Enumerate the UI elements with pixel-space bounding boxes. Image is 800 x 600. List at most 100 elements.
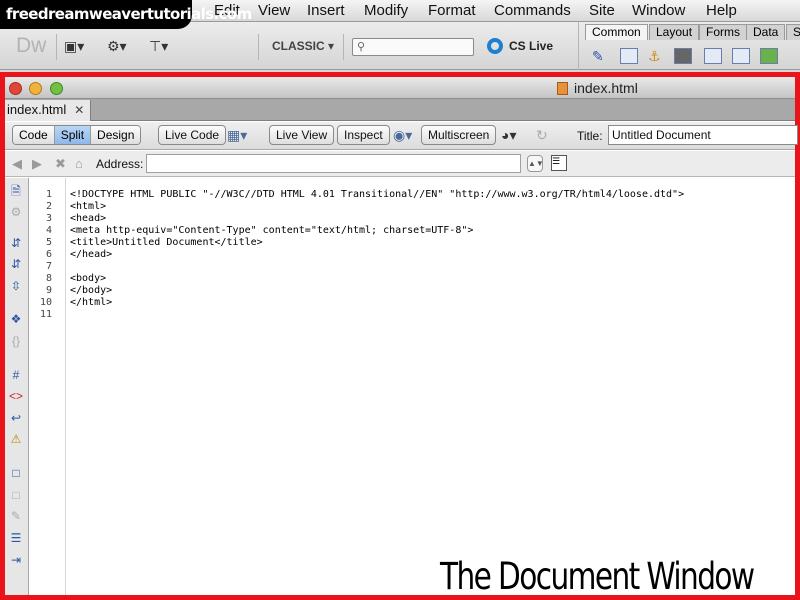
live-code-button[interactable]: Live Code xyxy=(158,125,227,145)
inspect-button[interactable]: Inspect xyxy=(337,125,390,145)
view-switcher: Code Split Design xyxy=(12,125,142,145)
live-view-button[interactable]: Live View xyxy=(269,125,335,145)
cs-live-button[interactable]: CS Live xyxy=(487,38,553,54)
horizontal-rule-icon[interactable] xyxy=(674,48,692,64)
code-line: <meta http-equiv="Content-Type" content=… xyxy=(70,225,474,236)
address-input[interactable] xyxy=(146,154,521,173)
multiscreen-button[interactable]: Multiscreen xyxy=(421,125,497,145)
collapse-selection-icon[interactable]: ⇵ xyxy=(8,257,24,271)
cs-live-icon xyxy=(487,38,503,54)
wrap-tag-icon[interactable]: ✎ xyxy=(8,509,24,523)
html-file-icon xyxy=(557,82,568,95)
tab-layout[interactable]: Layout xyxy=(649,24,700,40)
line-number: 4 xyxy=(45,225,52,236)
code-line: <!DOCTYPE HTML PUBLIC "-//W3C//DTD HTML … xyxy=(70,189,685,200)
document-tab-bar: index.html ✕ xyxy=(5,99,795,121)
coding-toolbar: 🗎 ⚙ ⇵ ⇵ ⇳ ❖ {} # <> ↩ ⚠ □ □ ✎ ☰ ⇥ xyxy=(5,178,29,595)
menu-help[interactable]: Help xyxy=(706,2,737,19)
zoom-window-button[interactable] xyxy=(50,82,63,95)
select-parent-tag-icon[interactable]: ❖ xyxy=(8,312,24,326)
screen: Edit View Insert Modify Format Commands … xyxy=(0,0,800,600)
line-number-gutter: 1 2 3 4 5 6 7 8 9 10 11 xyxy=(30,178,66,595)
menu-insert[interactable]: Insert xyxy=(307,2,345,19)
open-documents-icon[interactable]: 🗎 xyxy=(8,184,24,198)
application-bar: Dw ▣▾ ⚙▾ ⊤▾ CLASSIC ▾ ⚲ CS Live Common L… xyxy=(0,22,800,70)
expand-all-icon[interactable]: ⇳ xyxy=(8,279,24,293)
site-map-icon[interactable]: ⊤▾ xyxy=(149,38,168,55)
line-number: 1 xyxy=(45,189,52,200)
document-tab-label: index.html xyxy=(7,102,67,117)
design-view-button[interactable]: Design xyxy=(91,126,141,144)
line-number: 8 xyxy=(45,273,52,284)
document-title-input[interactable]: Untitled Document xyxy=(608,125,798,145)
document-toolbar: Code Split Design Live Code ▦▾ Live View… xyxy=(5,122,798,150)
line-number: 2 xyxy=(45,201,52,212)
minimize-window-button[interactable] xyxy=(29,82,42,95)
tab-data[interactable]: Data xyxy=(746,24,786,40)
line-number: 6 xyxy=(45,249,52,260)
apply-comment-icon[interactable]: □ xyxy=(8,466,24,480)
forward-arrow-icon[interactable]: ▶ xyxy=(32,156,42,172)
insert-div-icon[interactable] xyxy=(732,48,750,64)
tab-spry[interactable]: S xyxy=(786,24,800,40)
visual-aids-icon[interactable]: ◕▾ xyxy=(501,127,516,144)
browser-navigation-options-icon[interactable]: ☰ xyxy=(551,155,567,171)
title-label: Title: xyxy=(577,129,603,143)
code-view-button[interactable]: Code xyxy=(13,126,55,144)
line-number: 10 xyxy=(39,297,52,308)
email-link-icon[interactable] xyxy=(620,48,638,64)
divider xyxy=(343,34,344,60)
word-wrap-icon[interactable]: ↩ xyxy=(8,411,24,425)
line-number: 11 xyxy=(39,309,52,320)
line-number: 3 xyxy=(45,213,52,224)
refresh-icon[interactable]: ↻ xyxy=(536,127,548,144)
line-number: 7 xyxy=(45,261,52,272)
menu-format[interactable]: Format xyxy=(428,2,476,19)
back-arrow-icon[interactable]: ◀ xyxy=(12,156,22,172)
collapse-full-tag-icon[interactable]: ⇵ xyxy=(8,236,24,250)
line-number: 5 xyxy=(45,237,52,248)
line-numbers-icon[interactable]: # xyxy=(8,368,24,382)
split-view-button[interactable]: Split xyxy=(54,126,92,144)
syntax-error-alerts-icon[interactable]: ⚠ xyxy=(8,432,24,446)
menu-modify[interactable]: Modify xyxy=(364,2,408,19)
balance-braces-icon[interactable]: {} xyxy=(8,334,24,348)
show-code-navigator-icon[interactable]: ⚙ xyxy=(8,205,24,219)
preview-in-browser-icon[interactable]: ◉▾ xyxy=(393,127,412,144)
layout-menu-icon[interactable]: ▣▾ xyxy=(64,38,84,55)
divider xyxy=(56,34,57,60)
address-bar: ◀ ▶ ✖ ⌂ Address: ▲▼ ☰ xyxy=(5,151,795,177)
stop-icon[interactable]: ✖ xyxy=(55,156,66,172)
recent-snippets-icon[interactable]: ☰ xyxy=(8,531,24,545)
close-tab-icon[interactable]: ✕ xyxy=(74,103,84,117)
window-title-text: index.html xyxy=(574,80,638,96)
code-line: <html> xyxy=(70,201,107,212)
tab-forms[interactable]: Forms xyxy=(699,24,747,40)
indent-code-icon[interactable]: ⇥ xyxy=(8,553,24,567)
search-input[interactable]: ⚲ xyxy=(352,38,474,56)
table-icon[interactable] xyxy=(704,48,722,64)
dreamweaver-logo: Dw xyxy=(16,34,47,57)
code-line: <head> xyxy=(70,213,107,224)
menu-view[interactable]: View xyxy=(258,2,290,19)
address-history-stepper[interactable]: ▲▼ xyxy=(527,155,544,172)
check-compatibility-icon[interactable]: ▦▾ xyxy=(227,127,247,144)
images-icon[interactable] xyxy=(760,48,778,64)
code-editor[interactable]: <!DOCTYPE HTML PUBLIC "-//W3C//DTD HTML … xyxy=(67,178,795,595)
caption-title: The Document Window xyxy=(440,555,755,598)
tab-common[interactable]: Common xyxy=(585,24,648,40)
gear-icon[interactable]: ⚙▾ xyxy=(107,38,127,55)
menu-commands[interactable]: Commands xyxy=(494,2,571,19)
close-window-button[interactable] xyxy=(9,82,22,95)
named-anchor-icon[interactable]: ⚓ xyxy=(648,48,666,64)
workspace-switcher[interactable]: CLASSIC ▾ xyxy=(272,39,334,53)
menu-site[interactable]: Site xyxy=(589,2,615,19)
menu-window[interactable]: Window xyxy=(632,2,685,19)
window-title-bar: index.html xyxy=(5,77,795,99)
hyperlink-icon[interactable]: ✎ xyxy=(592,48,610,64)
home-icon[interactable]: ⌂ xyxy=(75,156,83,171)
highlight-invalid-code-icon[interactable]: <> xyxy=(8,389,24,403)
cs-live-label: CS Live xyxy=(509,39,554,53)
document-tab[interactable]: index.html ✕ xyxy=(5,100,92,121)
remove-comment-icon[interactable]: □ xyxy=(8,488,24,502)
